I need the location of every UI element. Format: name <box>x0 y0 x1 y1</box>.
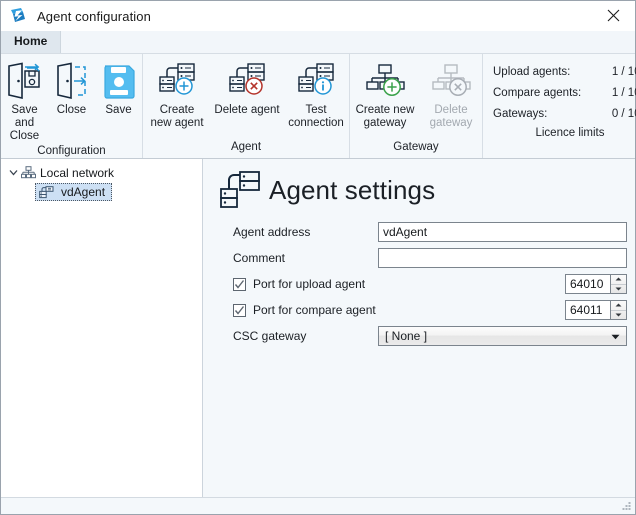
tree-child-row: vdAgent <box>1 182 202 202</box>
ribbon-group-licence-title: Licence limits <box>535 127 605 139</box>
tree-item-local-network[interactable]: Local network <box>1 163 202 182</box>
agent-settings-icon <box>217 168 263 214</box>
licence-gateways-label: Gateways: <box>493 108 548 120</box>
licence-row-upload-agents: Upload agents: 1 / 100 <box>493 62 636 83</box>
chevron-down-icon[interactable] <box>6 166 20 180</box>
close-icon[interactable] <box>591 1 635 30</box>
ribbon-group-licence-limits: Upload agents: 1 / 100 Compare agents: 1… <box>483 54 636 158</box>
agent-icon <box>38 185 54 200</box>
spin-up-icon[interactable] <box>611 301 626 311</box>
spin-up-icon[interactable] <box>611 275 626 285</box>
save-and-close-button[interactable]: Save and Close <box>1 58 48 143</box>
ribbon-tab-strip: Home <box>1 31 635 54</box>
save-label: Save <box>105 104 132 116</box>
save-and-close-label: Save and Close <box>9 104 40 142</box>
licence-upload-agents-value: 1 / 100 <box>611 66 636 78</box>
app-logo-icon <box>10 7 28 25</box>
tree-item-vdagent-label: vdAgent <box>61 185 106 199</box>
save-floppy-icon <box>99 60 139 102</box>
settings-form: Agent address Comment Port for upl <box>203 211 635 349</box>
create-new-gateway-label: Create new gateway <box>355 104 415 129</box>
page-title: Agent settings <box>269 175 436 205</box>
window-title: Agent configuration <box>37 8 151 24</box>
resize-grip-icon[interactable] <box>620 500 632 512</box>
delete-agent-label: Delete agent <box>214 104 280 116</box>
port-compare-spin-buttons[interactable] <box>610 300 627 320</box>
port-upload-checkbox[interactable] <box>233 277 246 291</box>
test-connection-button[interactable]: Test connection <box>283 58 349 130</box>
field-row-comment: Comment <box>203 245 635 271</box>
delete-agent-button[interactable]: Delete agent <box>211 58 283 117</box>
ribbon-group-gateway-title: Gateway <box>393 141 439 153</box>
comment-input[interactable] <box>378 248 627 268</box>
agent-address-label: Agent address <box>233 225 311 239</box>
create-new-gateway-icon <box>364 60 406 102</box>
tree-item-local-network-label: Local network <box>40 165 115 180</box>
save-button[interactable]: Save <box>95 58 142 117</box>
agent-address-input[interactable] <box>378 222 627 242</box>
close-label: Close <box>56 104 87 116</box>
csc-gateway-label: CSC gateway <box>233 329 307 343</box>
port-upload-stepper[interactable] <box>565 274 627 294</box>
content-area: Local network vdAgent Agent settings Age… <box>1 159 635 497</box>
port-compare-label: Port for compare agent <box>253 303 376 317</box>
delete-gateway-button[interactable]: Delete gateway <box>420 58 482 130</box>
ribbon-group-gateway: Create new gateway Delete gateway Gatewa… <box>350 54 483 158</box>
network-icon <box>20 165 36 180</box>
create-new-agent-button[interactable]: Create new agent <box>143 58 211 130</box>
port-compare-checkbox[interactable] <box>233 303 246 317</box>
agent-settings-panel: Agent settings Agent address Comment <box>203 159 635 497</box>
test-connection-icon <box>295 60 337 102</box>
licence-row-gateways: Gateways: 0 / 100 <box>493 104 636 125</box>
settings-header: Agent settings <box>203 159 635 211</box>
delete-gateway-icon <box>430 60 472 102</box>
field-row-port-upload: Port for upload agent <box>203 271 635 297</box>
licence-compare-agents-label: Compare agents: <box>493 87 582 99</box>
licence-compare-agents-value: 1 / 100 <box>611 87 636 99</box>
port-upload-spin-buttons[interactable] <box>610 274 627 294</box>
save-and-close-icon <box>5 60 45 102</box>
delete-gateway-label: Delete gateway <box>429 104 473 129</box>
licence-gateways-value: 0 / 100 <box>611 108 636 120</box>
ribbon-group-configuration: Save and Close Close Save Configuration <box>1 54 143 158</box>
status-bar <box>1 497 635 514</box>
create-new-agent-label: Create new agent <box>150 104 204 129</box>
field-row-csc-gateway: CSC gateway [ None ] <box>203 323 635 349</box>
tab-home[interactable]: Home <box>1 31 62 53</box>
port-compare-input[interactable] <box>565 300 610 320</box>
test-connection-label: Test connection <box>288 104 344 129</box>
csc-gateway-value: [ None ] <box>385 329 428 343</box>
licence-upload-agents-label: Upload agents: <box>493 66 571 78</box>
port-upload-input[interactable] <box>565 274 610 294</box>
chevron-down-icon[interactable] <box>611 329 620 343</box>
spin-down-icon[interactable] <box>611 285 626 294</box>
create-new-agent-icon <box>156 60 198 102</box>
close-button[interactable]: Close <box>48 58 95 117</box>
csc-gateway-select[interactable]: [ None ] <box>378 326 627 346</box>
tree-item-vdagent[interactable]: vdAgent <box>35 183 113 201</box>
field-row-agent-address: Agent address <box>203 219 635 245</box>
spin-down-icon[interactable] <box>611 311 626 320</box>
port-compare-stepper[interactable] <box>565 300 627 320</box>
ribbon-group-agent: Create new agent Delete agent Test conne… <box>143 54 350 158</box>
delete-agent-icon <box>226 60 268 102</box>
agent-tree-panel: Local network vdAgent <box>1 159 203 497</box>
close-door-icon <box>52 60 92 102</box>
title-bar: Agent configuration <box>1 1 635 31</box>
ribbon-group-agent-title: Agent <box>230 141 262 153</box>
port-upload-label: Port for upload agent <box>253 277 366 291</box>
create-new-gateway-button[interactable]: Create new gateway <box>350 58 420 130</box>
agent-configuration-window: Agent configuration Home Save and Close … <box>0 0 636 515</box>
ribbon: Save and Close Close Save Configuration … <box>1 54 636 159</box>
comment-label: Comment <box>233 251 286 265</box>
licence-row-compare-agents: Compare agents: 1 / 100 <box>493 83 636 104</box>
field-row-port-compare: Port for compare agent <box>203 297 635 323</box>
